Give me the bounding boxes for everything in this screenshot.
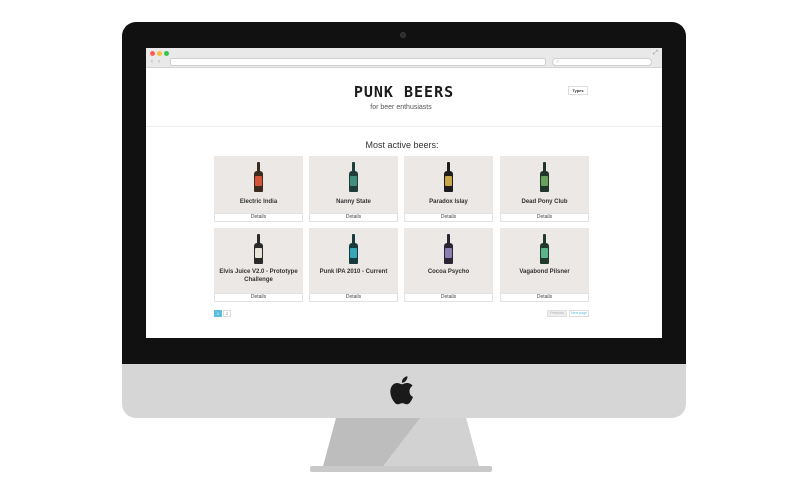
section-title: Most active beers:	[365, 140, 439, 150]
beer-card[interactable]: Dead Pony Club Details	[500, 156, 589, 222]
beer-card[interactable]: Electric India Details	[214, 156, 303, 222]
close-window-icon[interactable]	[150, 51, 155, 56]
page-1-button[interactable]: 1	[214, 310, 222, 317]
beer-bottle-image	[444, 234, 453, 264]
maximize-window-icon[interactable]	[164, 51, 169, 56]
details-button[interactable]: Details	[214, 213, 303, 222]
browser-search-field[interactable]: ○	[552, 58, 652, 66]
beer-name: Cocoa Psycho	[427, 269, 470, 275]
details-button[interactable]: Details	[404, 293, 493, 302]
beer-bottle-image	[254, 234, 263, 264]
page-2-button[interactable]: 2	[223, 310, 231, 317]
beer-name: Vagabond Pilsner	[519, 269, 570, 275]
beer-bottle-image	[540, 234, 549, 264]
beer-card[interactable]: Paradox Islay Details	[404, 156, 493, 222]
header-divider	[146, 126, 662, 127]
details-button[interactable]: Details	[309, 293, 398, 302]
address-bar[interactable]: ·	[170, 58, 546, 66]
beer-name: Nanny State	[336, 199, 371, 205]
beer-card[interactable]: Punk IPA 2010 - Current Details	[309, 228, 398, 302]
back-arrow-icon[interactable]: ‹	[151, 58, 153, 66]
monitor-stand-base	[310, 466, 492, 472]
beer-card[interactable]: Cocoa Psycho Details	[404, 228, 493, 302]
beer-name: Electric India	[239, 199, 278, 205]
forward-arrow-icon[interactable]: ›	[158, 58, 160, 66]
details-button[interactable]: Details	[404, 213, 493, 222]
beer-card[interactable]: Elvis Juice V2.0 - Prototype Challenge De…	[214, 228, 303, 302]
types-button[interactable]: Types	[568, 86, 588, 95]
beer-bottle-image	[254, 162, 263, 192]
beer-name: Punk IPA 2010 - Current	[319, 269, 388, 275]
details-button[interactable]: Details	[500, 213, 589, 222]
details-button[interactable]: Details	[309, 213, 398, 222]
beer-name: Elvis Juice V2.0 - Prototype Challenge	[219, 269, 298, 283]
details-button[interactable]: Details	[214, 293, 303, 302]
beer-bottle-image	[349, 234, 358, 264]
beer-name: Dead Pony Club	[521, 199, 568, 205]
beer-name: Paradox Islay	[429, 199, 468, 205]
fullscreen-icon[interactable]: ⤢	[653, 50, 658, 57]
beer-card[interactable]: Nanny State Details	[309, 156, 398, 222]
details-button[interactable]: Details	[500, 293, 589, 302]
next-page-button[interactable]: Next page	[569, 310, 589, 317]
beer-card[interactable]: Vagabond Pilsner Details	[500, 228, 589, 302]
apple-logo-icon	[390, 376, 413, 405]
address-bar-text: ·	[174, 59, 176, 65]
search-icon: ○	[556, 59, 560, 65]
browser-toolbar: ‹ › · ○ ⤢	[146, 48, 662, 68]
screen: ‹ › · ○ ⤢ PUNK BEERS for beer enthusiast…	[146, 48, 662, 338]
beer-bottle-image	[540, 162, 549, 192]
previous-page-button[interactable]: Previous	[547, 310, 567, 317]
minimize-window-icon[interactable]	[157, 51, 162, 56]
site-subtitle: for beer enthusiasts	[370, 104, 432, 111]
beer-bottle-image	[349, 162, 358, 192]
webcam-icon	[400, 32, 406, 38]
beer-bottle-image	[444, 162, 453, 192]
monitor-stand	[322, 418, 480, 470]
